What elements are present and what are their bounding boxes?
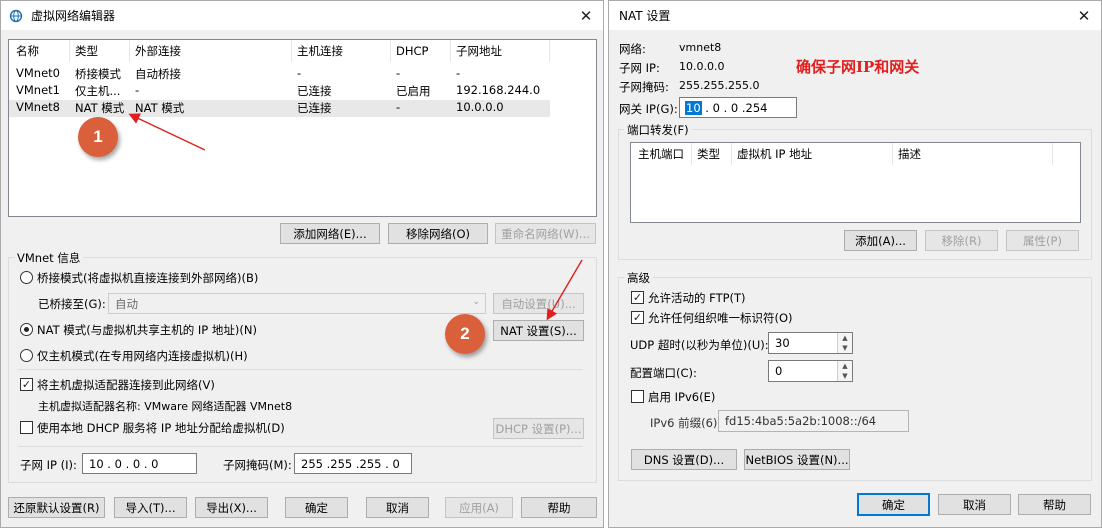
col-header-description[interactable]: 描述: [898, 143, 921, 165]
allow-any-oui-label[interactable]: 允许任何组织唯一标识符(O): [648, 310, 793, 326]
right-close-icon[interactable]: ✕: [1067, 1, 1101, 30]
nat-help-button[interactable]: 帮助: [1018, 494, 1091, 515]
network-label: 网络:: [619, 42, 646, 56]
network-value: vmnet8: [679, 41, 722, 54]
subnet-mask-label: 子网掩码:: [619, 80, 669, 94]
gateway-ip-rest: . 0 . 0 .254: [701, 100, 768, 115]
nat-cancel-button[interactable]: 取消: [938, 494, 1011, 515]
advanced-label: 高级: [624, 270, 653, 286]
col-header-host-port[interactable]: 主机端口: [638, 143, 684, 165]
port-forwarding-list[interactable]: 主机端口 类型 虚拟机 IP 地址 描述: [630, 142, 1081, 223]
dns-settings-button[interactable]: DNS 设置(D)...: [631, 449, 737, 470]
remove-port-button[interactable]: 移除(R): [925, 230, 998, 251]
col-header-type[interactable]: 类型: [697, 143, 720, 165]
ipv6-prefix-input[interactable]: fd15:4ba5:5a2b:1008::/64: [718, 410, 909, 432]
gateway-ip-label: 网关 IP(G):: [619, 102, 678, 116]
udp-timeout-label: UDP 超时(以秒为单位)(U):: [630, 338, 769, 352]
netbios-settings-button[interactable]: NetBIOS 设置(N)...: [744, 449, 850, 470]
spin-up-icon[interactable]: ▲: [838, 333, 852, 343]
allow-any-oui-checkbox[interactable]: ✓: [631, 311, 644, 324]
config-port-label: 配置端口(C):: [630, 366, 697, 380]
add-port-button[interactable]: 添加(A)...: [844, 230, 917, 251]
enable-ipv6-label[interactable]: 启用 IPv6(E): [648, 389, 715, 405]
spin-down-icon[interactable]: ▼: [838, 371, 852, 381]
spin-up-icon[interactable]: ▲: [838, 361, 852, 371]
subnet-mask-value: 255.255.255.0: [679, 79, 760, 92]
annotation-arrows: [128, 113, 583, 321]
allow-ftp-checkbox[interactable]: ✓: [631, 291, 644, 304]
gateway-ip-input[interactable]: 10 . 0 . 0 .254: [679, 97, 797, 118]
nat-settings-window: NAT 设置 ✕ 网络: vmnet8 子网 IP: 10.0.0.0 子网掩码…: [608, 0, 1102, 528]
right-window-title: NAT 设置: [619, 9, 671, 23]
enable-ipv6-checkbox[interactable]: [631, 390, 644, 403]
gateway-ip-selected-octet: 10: [685, 100, 702, 115]
config-port-spinner[interactable]: ▲ ▼: [837, 361, 852, 381]
nat-ok-button[interactable]: 确定: [857, 493, 930, 516]
port-forwarding-label: 端口转发(F): [624, 122, 692, 138]
udp-timeout-spinner[interactable]: ▲ ▼: [837, 333, 852, 353]
allow-ftp-label[interactable]: 允许活动的 FTP(T): [648, 290, 746, 306]
spin-down-icon[interactable]: ▼: [838, 343, 852, 353]
col-header-vm-ip[interactable]: 虚拟机 IP 地址: [737, 143, 812, 165]
annotation-arrow-1: [128, 113, 206, 151]
annotation-note: 确保子网IP和网关: [796, 58, 920, 76]
subnet-ip-value: 10.0.0.0: [679, 60, 725, 73]
right-title-bar: NAT 设置 ✕: [609, 1, 1101, 30]
port-properties-button[interactable]: 属性(P): [1006, 230, 1079, 251]
ipv6-prefix-label: IPv6 前缀(6):: [650, 416, 722, 430]
subnet-ip-label: 子网 IP:: [619, 61, 660, 75]
annotation-arrow-2: [546, 259, 583, 321]
